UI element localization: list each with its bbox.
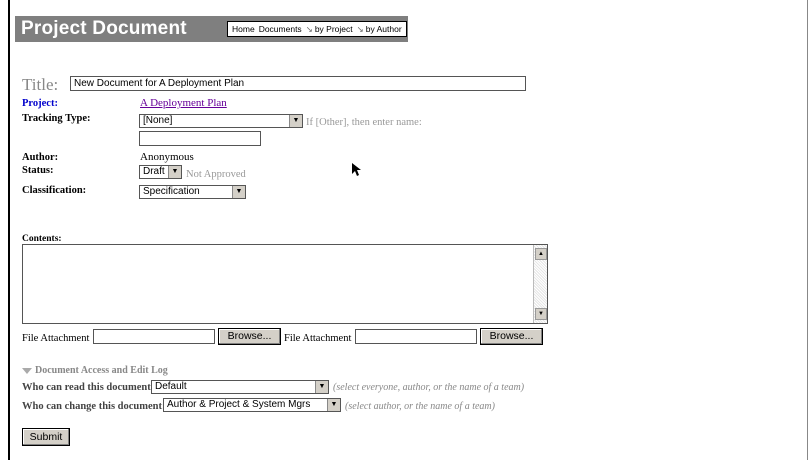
contents-label: Contents: — [22, 234, 62, 244]
change-access-label: Who can change this document: — [22, 401, 166, 412]
access-section-toggle[interactable]: Document Access and Edit Log — [22, 365, 168, 376]
file-attachment-input-1[interactable] — [93, 329, 215, 344]
contents-scrollbar[interactable]: ▲ ▼ — [533, 245, 547, 323]
tracking-other-input[interactable] — [139, 131, 261, 146]
chevron-down-icon[interactable]: ▼ — [232, 186, 245, 198]
triangle-down-icon — [22, 367, 32, 374]
status-hint: Not Approved — [186, 169, 246, 180]
author-value: Anonymous — [140, 151, 194, 163]
submit-button[interactable]: Submit — [22, 428, 70, 446]
title-label: Title: — [22, 75, 59, 94]
chevron-down-icon[interactable]: ▼ — [327, 399, 340, 411]
chevron-down-icon[interactable]: ▼ — [289, 115, 302, 127]
title-input[interactable]: New Document for A Deployment Plan — [70, 76, 526, 91]
classification-label: Classification: — [22, 185, 87, 196]
file-attachment-label-1: File Attachment — [22, 333, 90, 344]
read-access-label: Who can read this document: — [22, 382, 155, 393]
change-access-value: Author & Project & System Mgrs — [167, 399, 311, 410]
chevron-down-icon[interactable]: ▼ — [315, 381, 328, 393]
tracking-type-label: Tracking Type: — [22, 113, 91, 124]
change-access-note: (select author, or the name of a team) — [345, 401, 495, 412]
nav-by-author-link[interactable]: by Author — [366, 24, 402, 34]
tracking-hint: If [Other], then enter name: — [306, 117, 422, 128]
nav-by-project-link[interactable]: by Project — [315, 24, 353, 34]
file-attachment-label-2: File Attachment — [284, 333, 352, 344]
project-link[interactable]: A Deployment Plan — [140, 97, 227, 109]
author-label: Author: — [22, 152, 59, 163]
scroll-down-icon[interactable]: ▼ — [535, 308, 547, 320]
page-header: Project Document Home Documents ↘ by Proj… — [15, 16, 408, 42]
nav-bar: Home Documents ↘ by Project ↘ by Author — [227, 21, 407, 37]
status-value: Draft — [143, 166, 165, 177]
nav-home-link[interactable]: Home — [232, 24, 255, 34]
scroll-up-icon[interactable]: ▲ — [535, 248, 547, 260]
access-section-label: Document Access and Edit Log — [35, 365, 168, 376]
read-access-note: (select everyone, author, or the name of… — [333, 382, 525, 393]
read-access-select[interactable]: Default ▼ — [151, 380, 329, 394]
browse-button-2[interactable]: Browse... — [480, 328, 543, 345]
frame-left-border — [0, 0, 10, 460]
arrow-icon: ↘ — [305, 23, 313, 34]
status-select[interactable]: Draft ▼ — [139, 165, 182, 179]
tracking-type-value: [None] — [143, 115, 173, 126]
classification-value: Specification — [143, 186, 200, 197]
classification-select[interactable]: Specification ▼ — [139, 185, 246, 199]
arrow-icon: ↘ — [356, 23, 364, 34]
contents-textarea[interactable]: ▲ ▼ — [22, 244, 548, 324]
status-label: Status: — [22, 165, 54, 176]
change-access-select[interactable]: Author & Project & System Mgrs ▼ — [163, 398, 341, 412]
read-access-value: Default — [155, 381, 187, 392]
page-title: Project Document — [21, 18, 187, 39]
browse-button-1[interactable]: Browse... — [218, 328, 281, 345]
nav-documents-link[interactable]: Documents — [259, 24, 302, 34]
tracking-type-select[interactable]: [None] ▼ — [139, 114, 303, 128]
chevron-down-icon[interactable]: ▼ — [168, 166, 181, 178]
file-attachment-input-2[interactable] — [355, 329, 477, 344]
project-label: Project: — [22, 98, 58, 109]
mouse-pointer-icon — [352, 163, 361, 176]
